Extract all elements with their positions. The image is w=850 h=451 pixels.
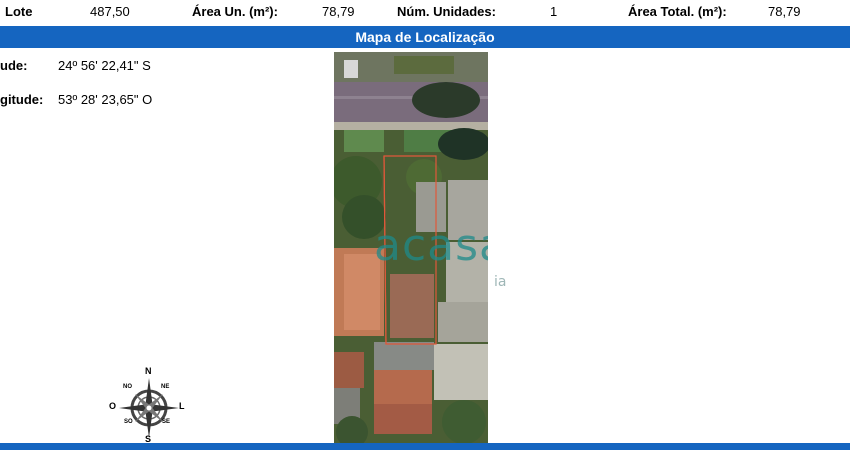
longitude-value: 53º 28' 23,65" O xyxy=(58,92,153,107)
num-unidades-value: 1 xyxy=(550,4,558,19)
compass-se: SE xyxy=(162,419,171,425)
summary-row: Lote 487,50 Área Un. (m²): 78,79 Núm. Un… xyxy=(0,0,850,24)
area-un-label: Área Un. (m²): xyxy=(192,4,278,19)
compass-n: N xyxy=(145,366,152,376)
area-total-label: Área Total. (m²): xyxy=(628,4,727,19)
latitude-value: 24º 56' 22,41" S xyxy=(58,58,151,73)
compass-l: L xyxy=(179,401,185,411)
latitude-label: ude: xyxy=(0,58,28,73)
aerial-map-image: acasa xyxy=(334,52,488,443)
compass-ne: NE xyxy=(161,384,170,390)
lote-label: Lote xyxy=(5,4,33,19)
compass-o: O xyxy=(109,401,117,411)
area-total-value: 78,79 xyxy=(768,4,801,19)
compass-so: SO xyxy=(124,419,133,425)
section-title-bar: Mapa de Localização xyxy=(0,26,850,48)
bottom-bar xyxy=(0,443,850,450)
compass-rose-icon: N S O L NO NE SO SE xyxy=(105,366,189,446)
longitude-label: gitude: xyxy=(0,92,44,107)
watermark-sub-outside: ia xyxy=(494,274,507,290)
section-title: Mapa de Localização xyxy=(355,29,495,45)
watermark-logo: acasa xyxy=(374,220,488,271)
compass-no: NO xyxy=(123,384,132,390)
lote-value: 487,50 xyxy=(90,4,130,19)
num-unidades-label: Núm. Unidades: xyxy=(397,4,496,19)
area-un-value: 78,79 xyxy=(322,4,355,19)
